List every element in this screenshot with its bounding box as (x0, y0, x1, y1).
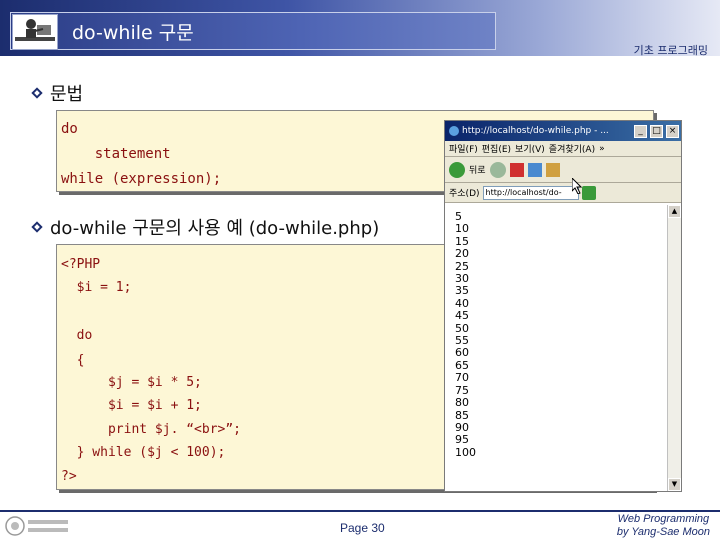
section-heading: 문법 (50, 84, 84, 105)
output-line: 5 (455, 210, 462, 223)
mouse-cursor-icon (572, 178, 582, 194)
output-line: 25 (455, 259, 469, 273)
output-line: 60 (455, 346, 469, 360)
section-example: do-while 구문의 사용 예 (do-while.php) (30, 214, 379, 240)
bullet-icon (31, 221, 43, 233)
browser-scrollbar[interactable]: ▲ ▼ (667, 205, 681, 491)
code-line: $i = 1; (61, 280, 132, 295)
menu-edit[interactable]: 편집(E) (482, 142, 511, 155)
menu-file[interactable]: 파일(F) (449, 142, 478, 155)
code-line: { (61, 353, 85, 368)
back-icon[interactable] (449, 161, 465, 178)
code-line: <?PHP (61, 257, 101, 272)
scroll-up-icon[interactable]: ▲ (668, 205, 681, 218)
code-line: $j = $i * 5; (61, 375, 202, 390)
browser-window: http://localhost/do-while.php - ... _ □ … (444, 120, 682, 492)
output-line: 30 (455, 272, 469, 286)
university-logo-icon (5, 516, 68, 536)
footer-credit: Web Programming by Yang-Sae Moon (617, 513, 710, 539)
browser-title-bar: http://localhost/do-while.php - ... _ □ … (445, 121, 681, 141)
output-line: 80 (455, 396, 469, 410)
back-label[interactable]: 뒤로 (469, 163, 486, 176)
stop-icon[interactable] (509, 162, 524, 177)
code-line: ?> (61, 469, 77, 484)
page-number: Page 30 (340, 521, 385, 535)
scroll-down-icon[interactable]: ▼ (668, 478, 681, 491)
output-line: 90 (455, 420, 469, 434)
browser-toolbar: 뒤로 (445, 157, 681, 183)
output-line: 40 (455, 296, 469, 310)
footer-divider (0, 510, 720, 512)
minimize-button[interactable]: _ (634, 124, 647, 138)
section-syntax: 문법 (30, 80, 83, 106)
address-label: 주소(D) (449, 189, 480, 199)
code-line: $i = $i + 1; (61, 398, 202, 413)
output-line: 20 (455, 247, 469, 261)
output-line: 70 (455, 371, 469, 385)
home-icon[interactable] (545, 162, 560, 177)
credit-line: Web Programming (617, 513, 710, 525)
output-line: 85 (455, 408, 469, 422)
output-line: 55 (455, 334, 469, 348)
credit-line: by Yang-Sae Moon (616, 526, 710, 538)
forward-icon[interactable] (489, 161, 506, 178)
browser-content: 5 10 15 20 25 30 35 40 45 50 55 60 65 70… (445, 205, 667, 491)
menu-view[interactable]: 보기(V) (515, 142, 545, 155)
presenter-icon (12, 14, 58, 50)
output-line: 65 (455, 358, 469, 372)
browser-icon (449, 126, 459, 136)
address-input[interactable]: http://localhost/do- (482, 185, 579, 200)
maximize-button[interactable]: □ (650, 124, 663, 138)
browser-title: http://localhost/do-while.php - ... (462, 126, 609, 136)
output-line: 100 (455, 445, 476, 459)
menu-more[interactable]: » (599, 144, 605, 154)
code-line: do (61, 121, 78, 137)
output-line: 10 (455, 222, 469, 236)
code-line: statement (61, 146, 171, 162)
address-bar: 주소(D) http://localhost/do- (445, 183, 681, 203)
bullet-icon (31, 87, 43, 99)
output-line: 45 (455, 309, 469, 323)
menu-favorites[interactable]: 즐겨찾기(A) (549, 142, 595, 155)
output-line: 95 (455, 433, 469, 447)
code-line: while (expression); (61, 171, 222, 187)
output-line: 75 (455, 383, 469, 397)
output-line: 15 (455, 234, 469, 248)
output-line: 35 (455, 284, 469, 298)
code-line: } while ($j < 100); (61, 445, 226, 460)
close-button[interactable]: × (666, 124, 679, 138)
course-name: 기초 프로그래밍 (633, 44, 708, 57)
page-title: do-while 구문 (72, 22, 194, 44)
output-line: 50 (455, 321, 469, 335)
browser-menu-bar: 파일(F) 편집(E) 보기(V) 즐겨찾기(A) » (445, 141, 681, 157)
code-line: print $j. “<br>”; (61, 422, 242, 437)
section-heading: do-while 구문의 사용 예 (do-while.php) (50, 218, 380, 239)
code-line: do (61, 328, 93, 343)
refresh-icon[interactable] (527, 162, 542, 177)
go-button[interactable] (581, 185, 596, 200)
